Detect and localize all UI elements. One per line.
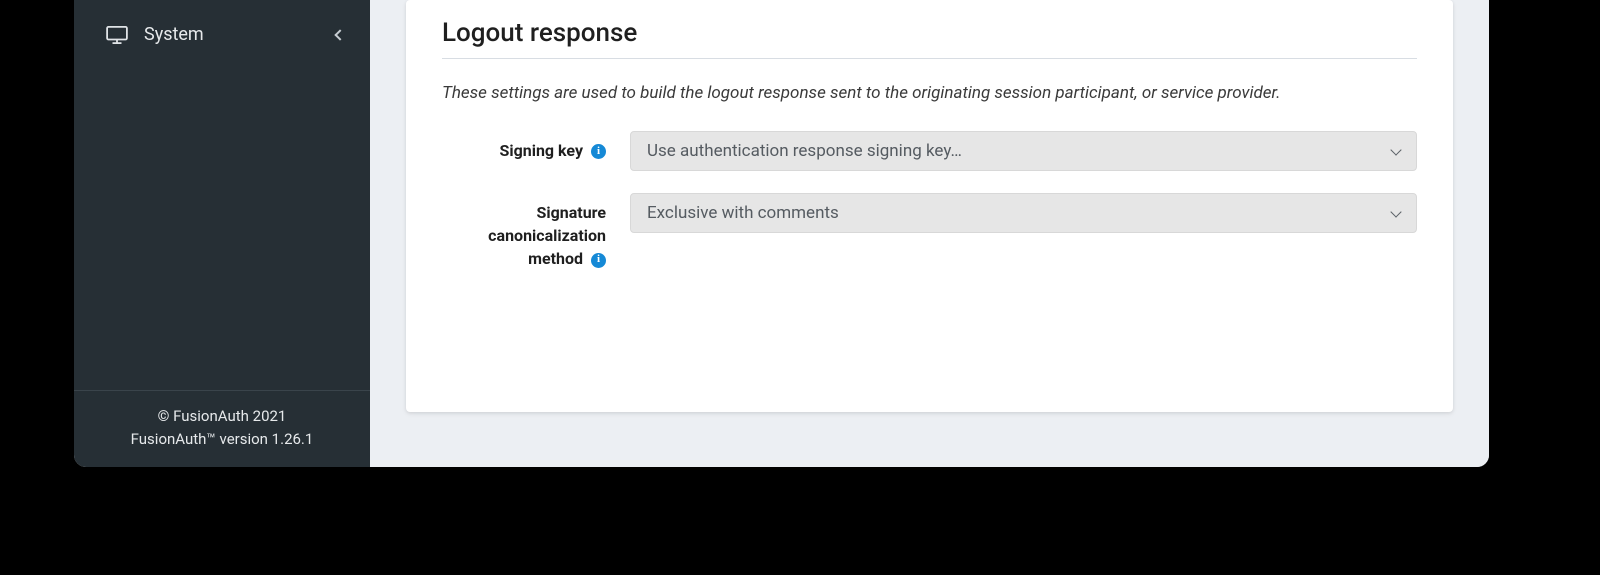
sidebar-nav: System xyxy=(74,0,370,55)
settings-card: Logout response These settings are used … xyxy=(406,0,1453,412)
chevron-left-icon xyxy=(334,29,345,40)
label-signing-key-text: Signing key xyxy=(500,141,584,160)
chevron-down-icon xyxy=(1390,206,1401,217)
monitor-icon xyxy=(106,26,128,44)
info-icon[interactable]: i xyxy=(591,253,606,268)
select-canonicalization[interactable]: Exclusive with comments xyxy=(630,193,1417,233)
sidebar-item-label: System xyxy=(144,24,204,45)
title-divider xyxy=(442,58,1417,59)
footer-copyright: © FusionAuth 2021 xyxy=(84,405,360,428)
form-row-signing-key: Signing key i Use authentication respons… xyxy=(442,131,1417,171)
select-signing-key[interactable]: Use authentication response signing key… xyxy=(630,131,1417,171)
sidebar-item-system[interactable]: System xyxy=(74,14,370,55)
label-signing-key: Signing key i xyxy=(442,131,606,162)
info-icon[interactable]: i xyxy=(591,144,606,159)
sidebar-item-left: System xyxy=(106,24,204,45)
section-title: Logout response xyxy=(442,18,1417,58)
section-description: These settings are used to build the log… xyxy=(442,83,1417,103)
select-canonicalization-value: Exclusive with comments xyxy=(647,203,839,223)
form-row-canonicalization: Signature canonicalization method i Excl… xyxy=(442,193,1417,271)
label-canonicalization-text: Signature canonicalization method xyxy=(488,203,606,268)
main-area: Logout response These settings are used … xyxy=(370,0,1489,467)
app-window: System © FusionAuth 2021 FusionAuth™ ver… xyxy=(74,0,1489,467)
label-canonicalization: Signature canonicalization method i xyxy=(442,193,606,271)
sidebar-footer: © FusionAuth 2021 FusionAuth™ version 1.… xyxy=(74,390,370,468)
select-signing-key-value: Use authentication response signing key… xyxy=(647,141,962,161)
sidebar: System © FusionAuth 2021 FusionAuth™ ver… xyxy=(74,0,370,467)
viewport: System © FusionAuth 2021 FusionAuth™ ver… xyxy=(0,0,1600,575)
footer-version: FusionAuth™ version 1.26.1 xyxy=(84,428,360,451)
chevron-down-icon xyxy=(1390,144,1401,155)
